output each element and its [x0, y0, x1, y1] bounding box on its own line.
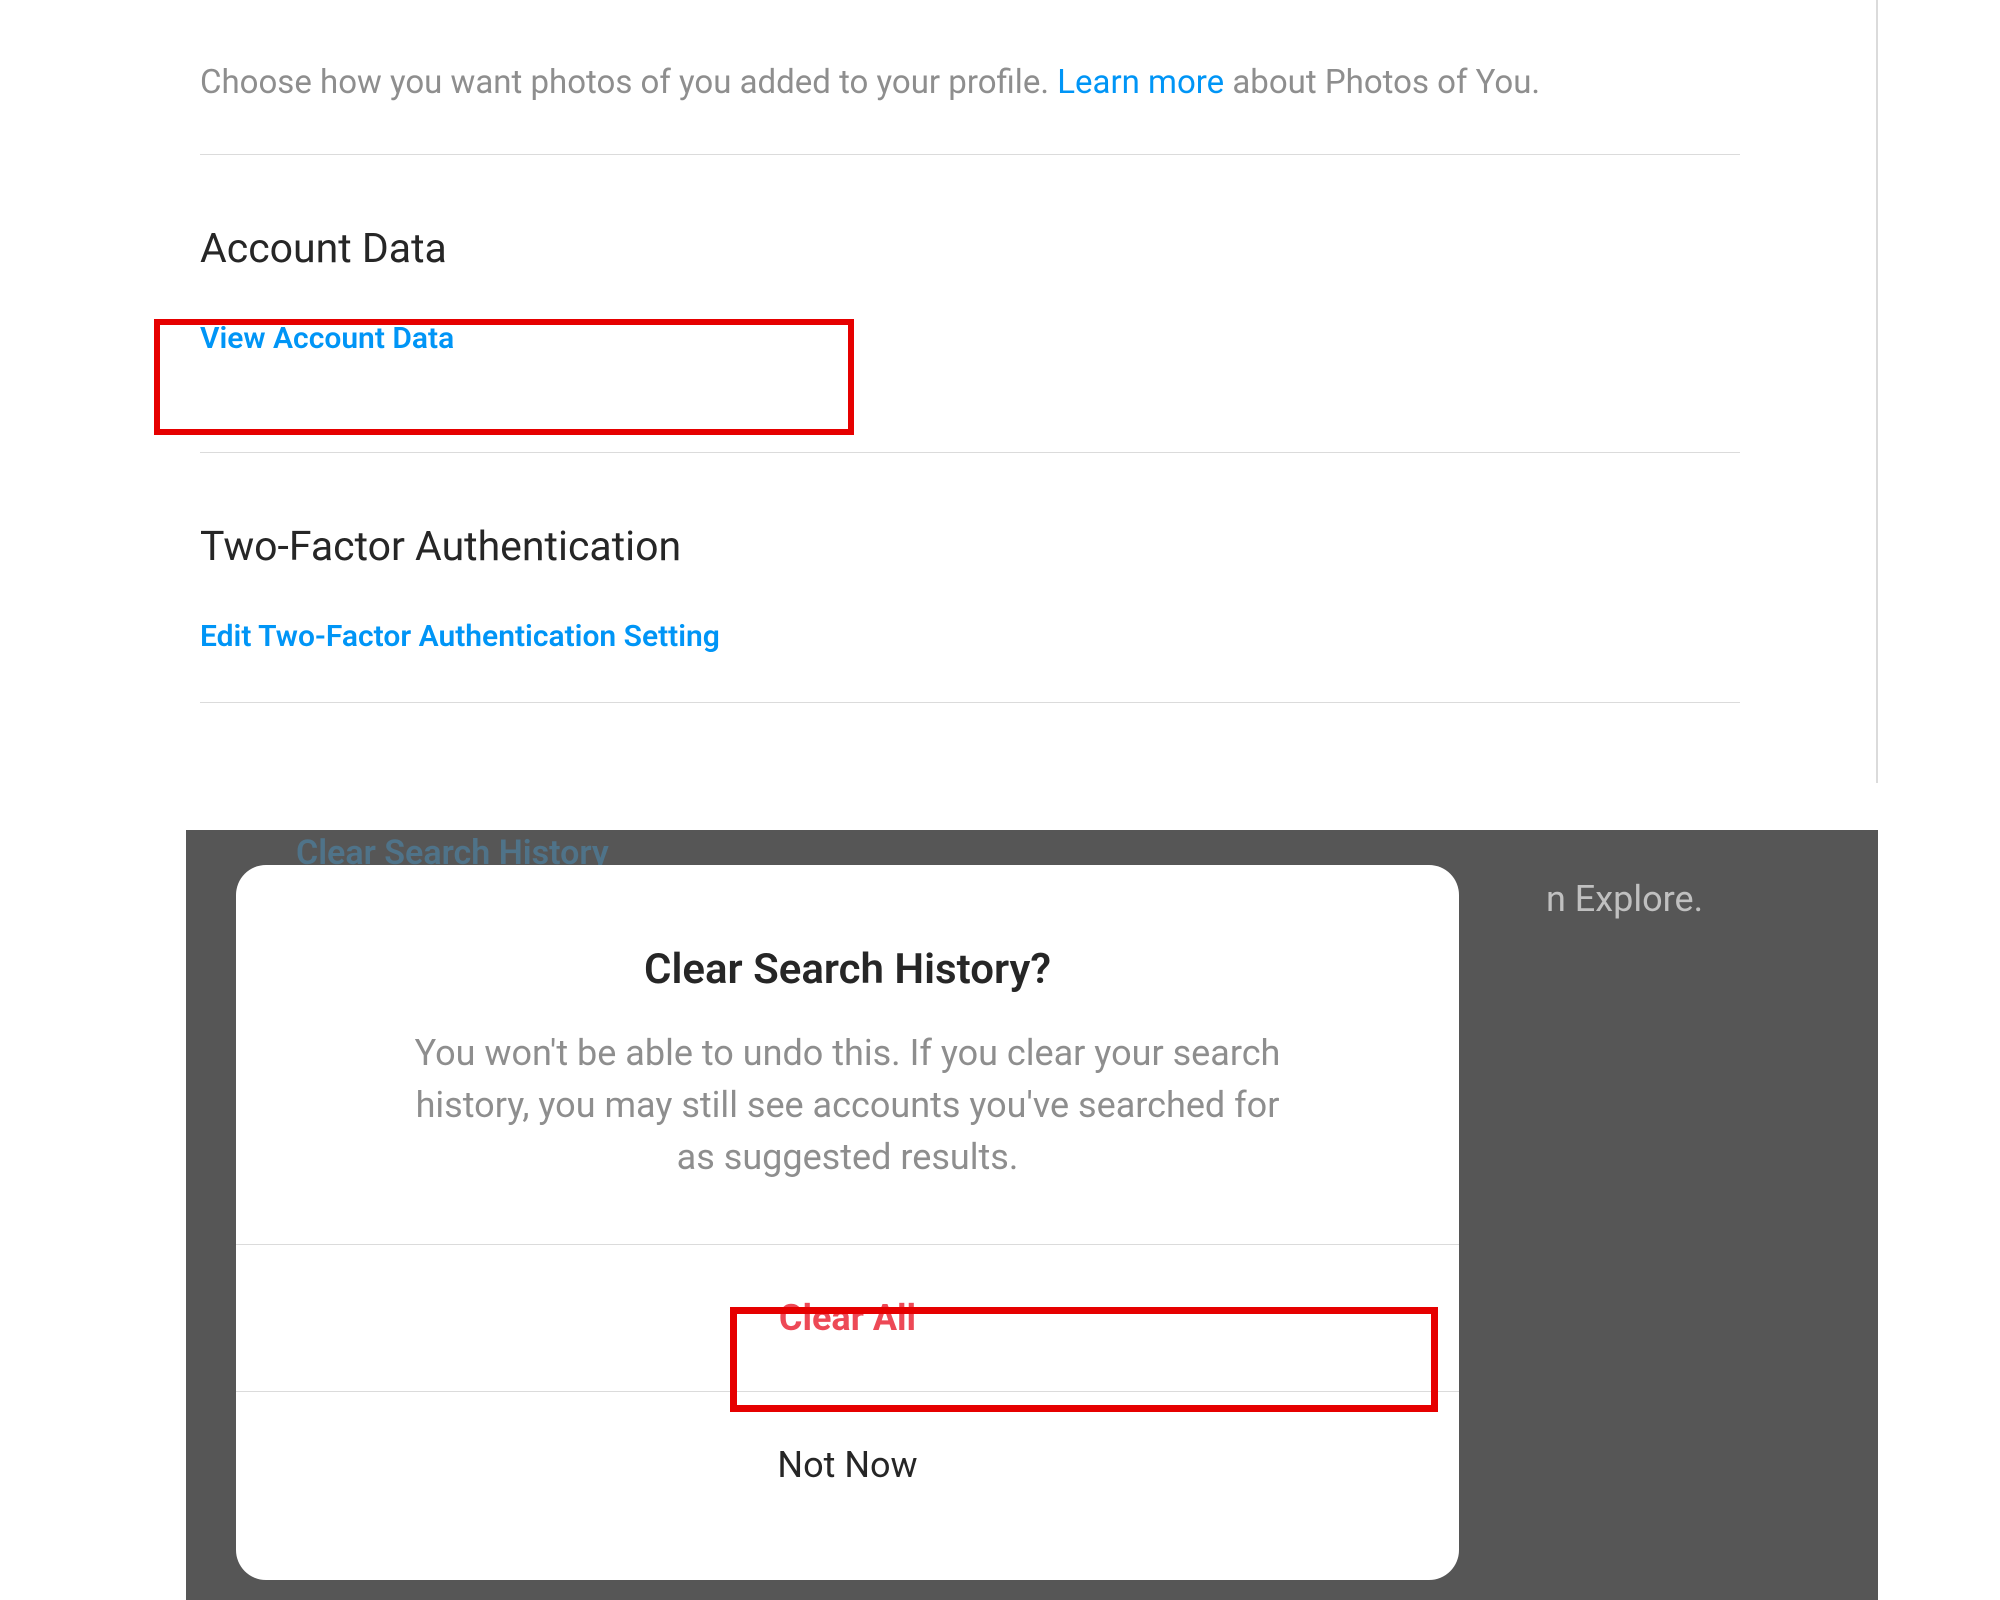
photos-desc-suffix: about Photos of You.: [1224, 63, 1540, 102]
clear-all-button[interactable]: Clear All: [236, 1244, 1459, 1391]
settings-panel-bottom-overlay: Clear Search History n Explore. Clear Se…: [106, 830, 1878, 1600]
account-data-heading: Account Data: [200, 225, 1740, 273]
section-divider: [200, 154, 1740, 155]
section-divider: [200, 452, 1740, 453]
modal-title: Clear Search History?: [306, 945, 1389, 994]
modal-content: Clear Search History? You won't be able …: [236, 865, 1459, 1244]
panel-left-edge: [106, 830, 186, 1600]
not-now-button[interactable]: Not Now: [236, 1391, 1459, 1538]
view-account-data-link[interactable]: View Account Data: [200, 321, 454, 356]
settings-panel-top: Choose how you want photos of you added …: [0, 0, 2000, 830]
section-divider: [200, 702, 1740, 703]
learn-more-link[interactable]: Learn more: [1057, 63, 1224, 102]
panel-right-border: [1876, 0, 1878, 783]
photos-desc-prefix: Choose how you want photos of you added …: [200, 63, 1057, 102]
settings-content: Choose how you want photos of you added …: [200, 0, 1740, 703]
clear-search-history-modal: Clear Search History? You won't be able …: [236, 865, 1459, 1580]
photos-of-you-description: Choose how you want photos of you added …: [200, 60, 1740, 106]
modal-body-text: You won't be able to undo this. If you c…: [398, 1027, 1298, 1184]
explore-text-fragment: n Explore.: [1546, 878, 1703, 920]
edit-two-factor-link[interactable]: Edit Two-Factor Authentication Setting: [200, 619, 720, 654]
two-factor-heading: Two-Factor Authentication: [200, 523, 1740, 571]
